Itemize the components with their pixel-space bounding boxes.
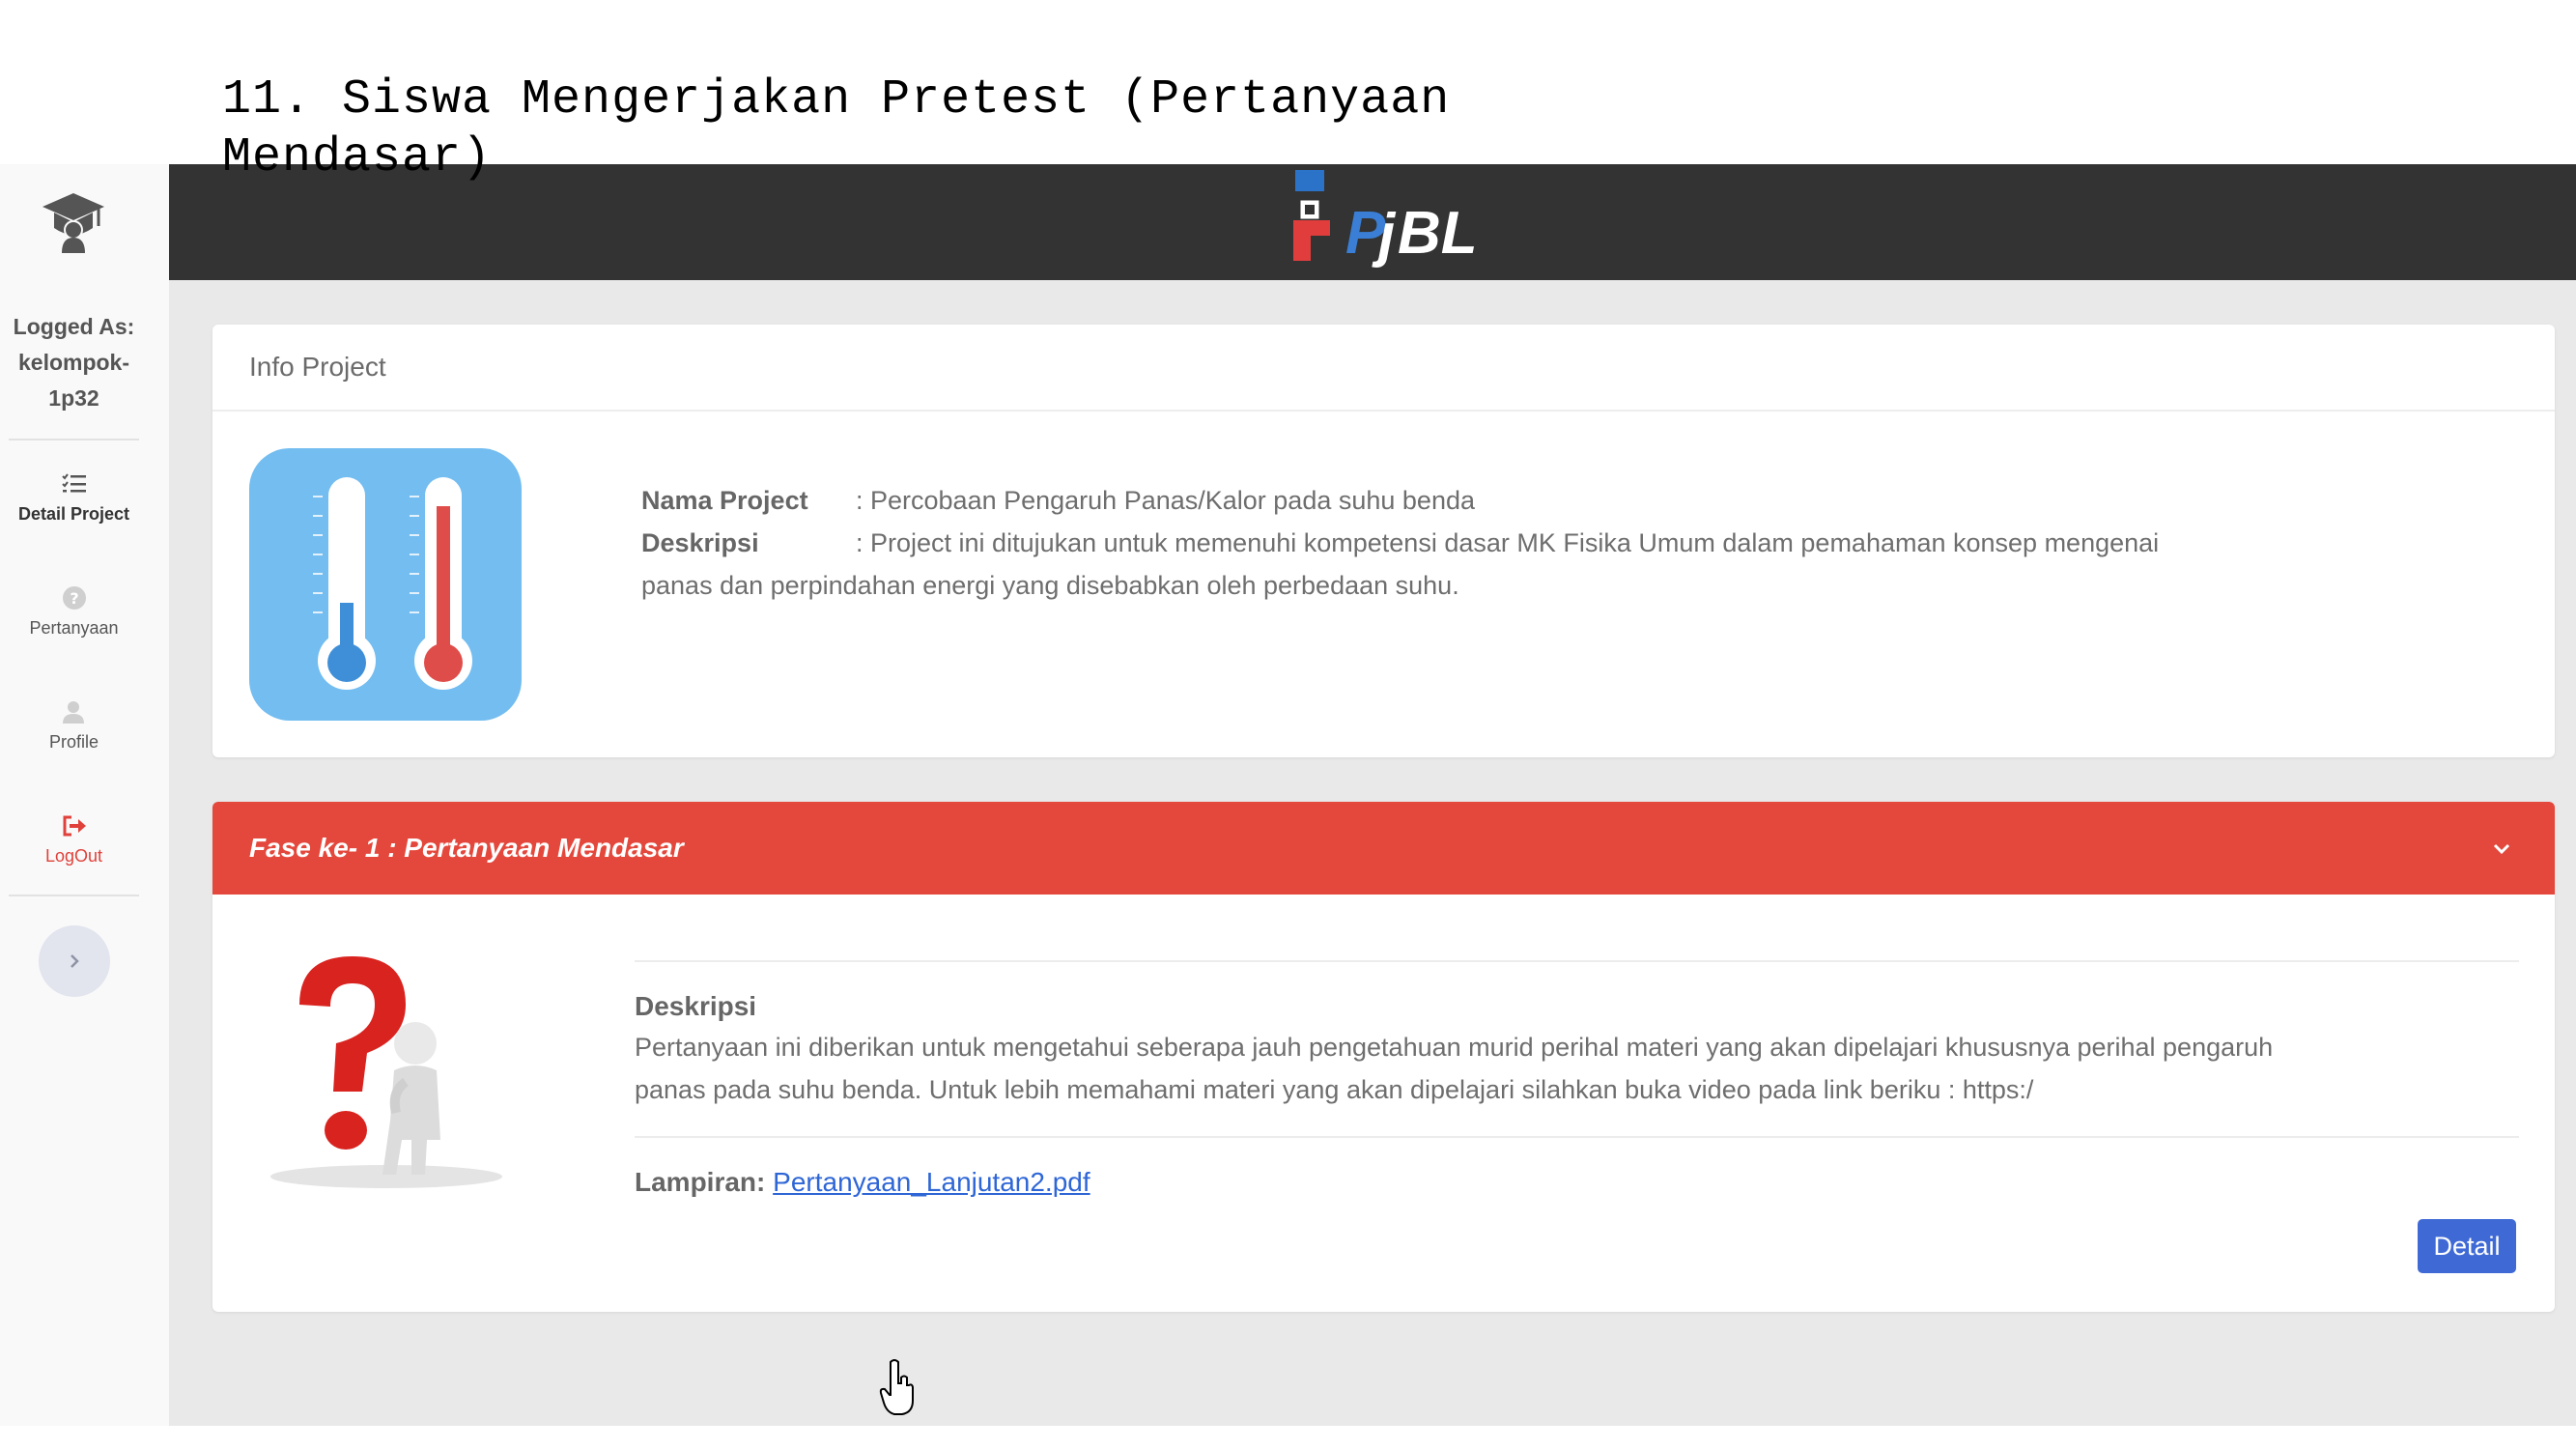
sidebar-toggle-button[interactable] — [39, 925, 110, 997]
sign-out-icon — [63, 815, 86, 837]
project-name-label: Nama Project — [641, 486, 808, 515]
username-line2: 1p32 — [48, 385, 99, 411]
question-circle-icon: ? — [62, 586, 86, 610]
thermometer-icon — [313, 477, 472, 690]
project-desc-label: Deskripsi — [641, 528, 759, 557]
info-project-card: Info Project Nama Project: Percobaan Pe… — [212, 325, 2555, 757]
nav-profile[interactable]: Profile — [0, 697, 148, 753]
chevron-down-icon[interactable] — [2491, 838, 2512, 860]
divider — [9, 895, 139, 896]
sidebar: Logged As: kelompok- 1p32 Detail Project… — [0, 164, 169, 1426]
username-line1: kelompok- — [17, 350, 130, 375]
attachment: Lampiran: Pertanyaan_Lanjutan2.pdf — [635, 1167, 2519, 1198]
svg-text:BL: BL — [1398, 200, 1478, 267]
fase-header[interactable]: Fase ke- 1 : Pertanyaan Mendasar — [212, 802, 2555, 895]
nav-pertanyaan[interactable]: ? Pertanyaan — [0, 583, 148, 639]
nav-logout[interactable]: LogOut — [0, 811, 148, 867]
project-name-value: : Percobaan Pengaruh Panas/Kalor pada su… — [856, 486, 1475, 515]
project-desc-value: : Project ini ditujukan untuk memenuhi k… — [856, 528, 2160, 557]
attachment-link[interactable]: Pertanyaan_Lanjutan2.pdf — [773, 1167, 1090, 1197]
svg-text:?: ? — [70, 589, 78, 608]
fase-body: Deskripsi Pertanyaan ini diberikan untuk… — [635, 960, 2519, 1198]
thermometer-image — [249, 448, 522, 721]
divider — [635, 1136, 2519, 1138]
fase-title: Fase ke- 1 : Pertanyaan Mendasar — [249, 833, 684, 863]
nav-pertanyaan-label: Pertanyaan — [29, 618, 119, 638]
divider — [9, 439, 139, 440]
slide-title: 11. Siswa Mengerjakan Pretest (Pertanyaa… — [222, 72, 1451, 185]
logged-in-user: Logged As: kelompok- 1p32 — [0, 309, 148, 416]
nav-detail-project[interactable]: Detail Project — [0, 469, 148, 525]
list-check-icon — [61, 473, 86, 493]
fase-desc-title: Deskripsi — [635, 991, 757, 1021]
graduation-cap-icon — [42, 193, 104, 253]
chevron-right-icon — [71, 954, 79, 968]
question-mark-person-image — [270, 956, 502, 1188]
project-desc-continuation: panas dan perpindahan energi yang diseba… — [641, 571, 1459, 600]
user-icon — [62, 701, 84, 724]
app-window: Logged As: kelompok- 1p32 Detail Project… — [0, 164, 2576, 1426]
fase-desc-line1: Pertanyaan ini diberikan untuk mengetahu… — [635, 1033, 2274, 1062]
nav-detail-project-label: Detail Project — [17, 504, 130, 524]
divider — [635, 960, 2519, 962]
detail-button[interactable]: Detail — [2418, 1219, 2516, 1273]
info-project-header: Info Project — [212, 325, 2555, 412]
hand-pointer-icon — [879, 1359, 914, 1415]
fase-desc-text: Pertanyaan ini diberikan untuk mengetahu… — [635, 1026, 2519, 1111]
attachment-label: Lampiran: — [635, 1167, 766, 1197]
fase-card: Fase ke- 1 : Pertanyaan Mendasar Deskrip… — [212, 802, 2555, 1312]
nav-profile-label: Profile — [48, 732, 99, 752]
project-info: Nama Project : Percobaan Pengaruh Panas/… — [641, 479, 2477, 607]
fase-desc-line2: panas pada suhu benda. Untuk lebih memah… — [635, 1075, 2034, 1104]
nav-logout-label: LogOut — [44, 846, 103, 866]
logged-as-label: Logged As: — [13, 314, 135, 339]
